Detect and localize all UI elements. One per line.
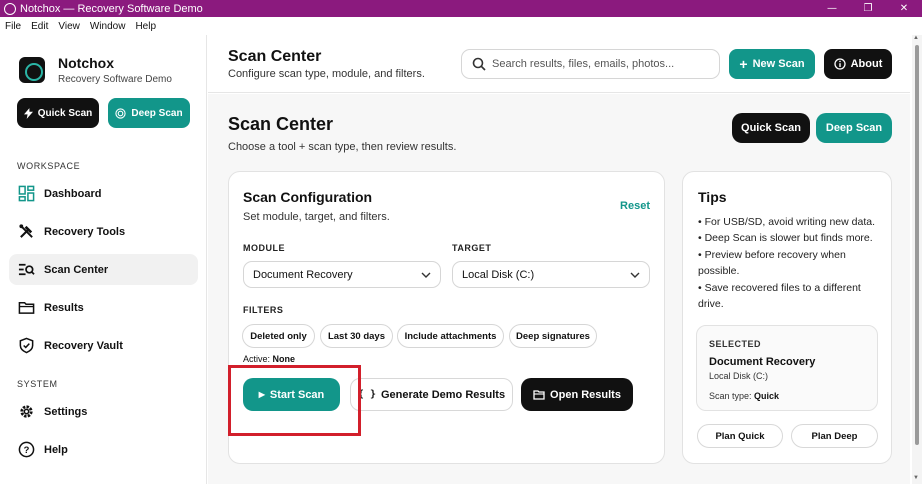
svg-text:?: ?	[24, 445, 30, 456]
scan-search-icon	[18, 261, 35, 278]
reset-link[interactable]: Reset	[620, 200, 650, 212]
deep-scan-button[interactable]: Deep Scan	[816, 113, 892, 143]
active-filters: Active: None	[243, 354, 296, 364]
restore-icon[interactable]: ❐	[850, 3, 886, 14]
module-label: MODULE	[243, 243, 285, 253]
plus-icon: +	[739, 56, 748, 72]
filter-deleted-only[interactable]: Deleted only	[242, 324, 315, 348]
scroll-down-icon[interactable]: ▼	[913, 475, 919, 481]
target-select[interactable]: Local Disk (C:)	[452, 261, 650, 288]
menu-view[interactable]: View	[53, 21, 85, 32]
generate-demo-results-button[interactable]: { } Generate Demo Results	[350, 378, 513, 411]
menu-window[interactable]: Window	[85, 21, 131, 32]
top-bar: Scan Center Configure scan type, module,…	[208, 35, 910, 93]
module-select[interactable]: Document Recovery	[243, 261, 441, 288]
window-title: Notchox — Recovery Software Demo	[20, 2, 203, 15]
plan-deep-button[interactable]: Plan Deep	[791, 424, 878, 448]
tip-item: • Save recovered files to a different dr…	[698, 281, 861, 311]
chevron-down-icon	[630, 272, 640, 278]
sidebar-item-recovery-vault[interactable]: Recovery Vault	[9, 330, 198, 361]
section-title: Scan Center	[228, 114, 334, 134]
help-icon: ?	[18, 441, 35, 458]
filters-label: FILTERS	[243, 305, 284, 315]
menu-bar: File Edit View Window Help	[0, 17, 922, 35]
bolt-icon	[23, 107, 33, 119]
scroll-up-icon[interactable]: ▲	[913, 35, 919, 41]
open-results-button[interactable]: Open Results	[521, 378, 633, 411]
sidebar-quick-scan-button[interactable]: Quick Scan	[17, 98, 99, 128]
selected-target: Local Disk (C:)	[709, 371, 769, 381]
dashboard-icon	[18, 185, 35, 202]
tip-item: • Preview before recovery when possible.	[698, 248, 846, 278]
filter-last-30-days[interactable]: Last 30 days	[320, 324, 393, 348]
selected-scan-type: Scan type: Quick	[709, 391, 780, 401]
code-braces-icon: { }	[357, 389, 376, 400]
config-subtitle: Set module, target, and filters.	[243, 211, 390, 223]
config-title: Scan Configuration	[243, 189, 373, 205]
info-icon	[833, 58, 846, 70]
page-subtitle: Configure scan type, module, and filters…	[228, 68, 425, 80]
scan-configuration-card: Scan Configuration Set module, target, a…	[228, 171, 665, 464]
folder-icon	[18, 299, 35, 316]
folder-open-icon	[533, 390, 545, 400]
brand: Notchox Recovery Software Demo	[19, 55, 172, 85]
target-label: TARGET	[452, 243, 492, 253]
scroll-thumb[interactable]	[915, 45, 919, 445]
radar-icon	[115, 107, 127, 119]
search-box[interactable]	[461, 49, 720, 79]
menu-edit[interactable]: Edit	[26, 21, 53, 32]
close-icon[interactable]: ✕	[886, 3, 922, 14]
main-content: Scan Center Choose a tool + scan type, t…	[208, 94, 910, 484]
start-scan-button[interactable]: ▶ Start Scan	[243, 378, 340, 411]
system-label: SYSTEM	[17, 379, 58, 389]
filter-deep-signatures[interactable]: Deep signatures	[509, 324, 597, 348]
sidebar-item-results[interactable]: Results	[9, 292, 198, 323]
filter-include-attachments[interactable]: Include attachments	[397, 324, 504, 348]
minimize-icon[interactable]: —	[814, 3, 850, 14]
section-subtitle: Choose a tool + scan type, then review r…	[228, 141, 457, 153]
search-input[interactable]	[492, 58, 712, 70]
tip-item: • For USB/SD, avoid writing new data.	[698, 216, 875, 228]
selected-label: SELECTED	[709, 339, 762, 349]
sidebar-item-help[interactable]: ? Help	[9, 434, 198, 465]
gear-icon	[18, 403, 35, 420]
play-icon: ▶	[258, 390, 265, 399]
sidebar-item-settings[interactable]: Settings	[9, 396, 198, 427]
brand-name: Notchox	[58, 55, 114, 71]
menu-help[interactable]: Help	[130, 21, 161, 32]
tools-icon	[18, 223, 35, 240]
new-scan-button[interactable]: + New Scan	[729, 49, 815, 79]
brand-subtitle: Recovery Software Demo	[58, 74, 172, 85]
selected-summary: SELECTED Document Recovery Local Disk (C…	[696, 325, 878, 411]
quick-scan-button[interactable]: Quick Scan	[732, 113, 810, 143]
plan-quick-button[interactable]: Plan Quick	[697, 424, 783, 448]
search-icon	[472, 57, 486, 71]
selected-module: Document Recovery	[709, 356, 816, 368]
title-bar: Notchox — Recovery Software Demo — ❐ ✕	[0, 0, 922, 17]
sidebar-item-scan-center[interactable]: Scan Center	[9, 254, 198, 285]
main-scrollbar[interactable]: ▲ ▼	[912, 35, 922, 484]
tips-title: Tips	[698, 189, 727, 205]
page-title: Scan Center	[228, 48, 322, 65]
app-logo	[19, 57, 45, 83]
chevron-down-icon	[421, 272, 431, 278]
about-button[interactable]: About	[824, 49, 892, 79]
sidebar-deep-scan-button[interactable]: Deep Scan	[108, 98, 190, 128]
sidebar-item-dashboard[interactable]: Dashboard	[9, 178, 198, 209]
sidebar: Notchox Recovery Software Demo Quick Sca…	[0, 35, 207, 484]
tips-card: Tips • For USB/SD, avoid writing new dat…	[682, 171, 892, 464]
app-icon	[4, 2, 16, 15]
shield-icon	[18, 337, 35, 354]
sidebar-item-recovery-tools[interactable]: Recovery Tools	[9, 216, 198, 247]
tip-item: • Deep Scan is slower but finds more.	[698, 232, 873, 245]
tips-list: • For USB/SD, avoid writing new data. • …	[698, 214, 883, 312]
workspace-label: WORKSPACE	[17, 161, 81, 171]
menu-file[interactable]: File	[0, 21, 26, 32]
